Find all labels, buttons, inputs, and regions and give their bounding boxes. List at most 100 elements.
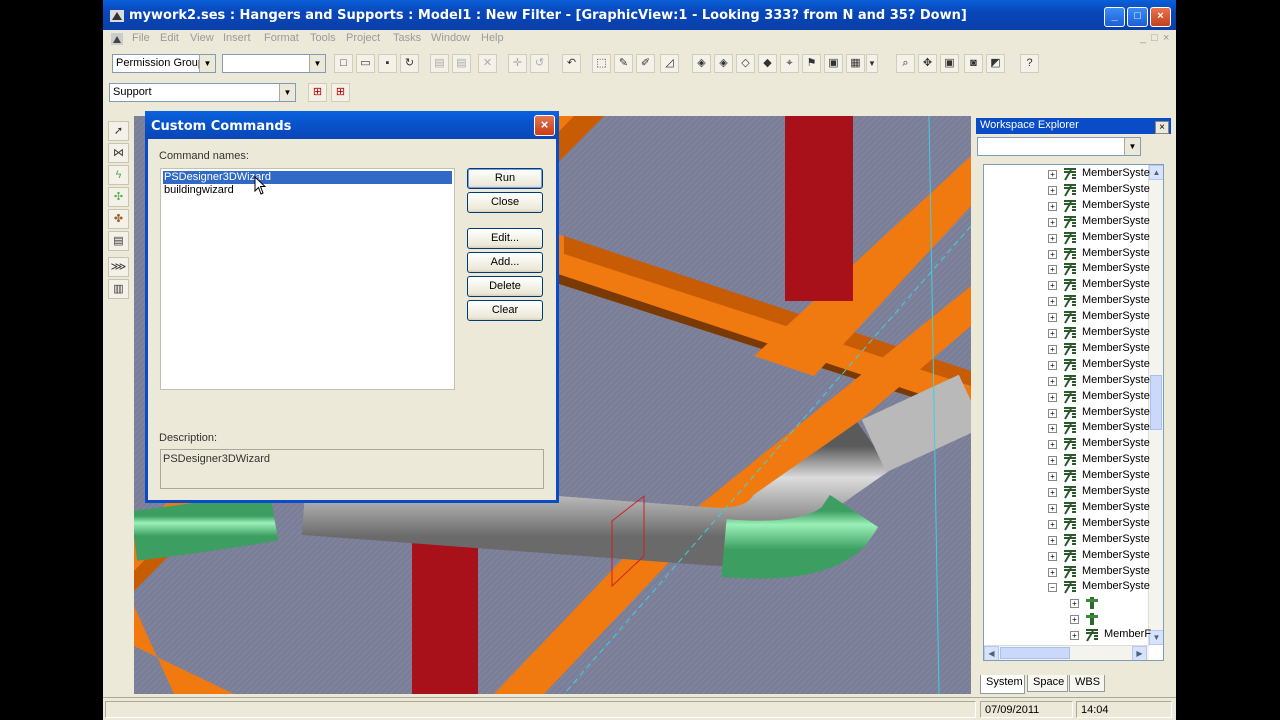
place-support-icon[interactable]: ⋈ [108,143,129,163]
expand-icon[interactable]: + [1048,344,1057,354]
paste-icon[interactable]: ▤ [452,54,471,73]
list-item[interactable]: buildingwizard [163,184,452,197]
cube-iso-icon[interactable]: ◈ [714,54,733,73]
tree-item[interactable]: + MemberSyste [984,468,1152,484]
task-combo[interactable]: Support ▼ [109,83,296,102]
secondary-combo[interactable]: ▼ [222,54,326,73]
expand-icon[interactable]: + [1048,488,1057,497]
expand-icon[interactable]: + [1048,424,1057,434]
component-icon[interactable]: ✤ [108,209,129,229]
pan-icon[interactable]: ✥ [918,54,937,73]
zoom-area-icon[interactable]: ▣ [940,54,959,73]
expand-icon[interactable]: + [1048,185,1057,195]
tree-item[interactable]: + MemberSyste [984,484,1152,500]
weld-icon[interactable]: ⋙ [108,257,129,277]
workspace-filter-combo[interactable]: ▼ [977,137,1141,156]
expand-icon[interactable]: + [1048,201,1057,211]
move-icon[interactable]: ✛ [508,54,527,73]
support-tool-icon[interactable]: ⊞ [308,83,327,102]
collapse-icon[interactable]: − [1048,583,1057,593]
list-item[interactable]: PSDesigner3DWizard [163,171,452,184]
route-icon[interactable]: ✣ [108,187,129,207]
menu-edit[interactable]: Edit [160,32,179,44]
menu-insert[interactable]: Insert [223,32,251,44]
maximize-button[interactable]: □ [1127,7,1148,27]
new-icon[interactable]: □ [334,54,353,73]
menu-format[interactable]: Format [264,32,299,44]
expand-icon[interactable]: + [1048,376,1057,386]
expand-icon[interactable]: + [1048,265,1057,275]
workspace-tree[interactable]: ▲ ▼ ◀ ▶ + MemberSyste + MemberSyste + MemberS… [983,164,1164,661]
tab-wbs[interactable]: WBS [1069,675,1105,692]
copy-icon[interactable]: ▤ [430,54,449,73]
tree-child-item[interactable]: + [984,611,1152,627]
tree-item[interactable]: + MemberSyste [984,420,1152,436]
tree-item[interactable]: + MemberSyste [984,436,1152,452]
render-icon[interactable]: ▦ [846,54,865,73]
tree-item[interactable]: + MemberSyste [984,214,1152,230]
grid-icon[interactable]: ▥ [108,279,129,299]
tree-item[interactable]: + MemberSyste [984,516,1152,532]
expand-icon[interactable]: + [1048,360,1057,370]
cube-top-icon[interactable]: ◆ [758,54,777,73]
mdi-close-button[interactable]: × [1163,32,1169,44]
clear-button[interactable]: Clear [467,300,543,321]
tree-item[interactable]: + MemberSyste [984,452,1152,468]
expand-icon[interactable]: + [1048,233,1057,243]
tree-item[interactable]: + MemberSyste [984,166,1152,182]
tab-system[interactable]: System [980,675,1025,694]
expand-icon[interactable]: + [1048,217,1057,227]
help-icon[interactable]: ? [1020,54,1039,73]
expand-icon[interactable]: + [1048,535,1057,545]
mdi-minimize-button[interactable]: _ [1140,32,1146,44]
rotate-icon[interactable]: ↺ [530,54,549,73]
minimize-button[interactable]: _ [1104,7,1125,27]
delete-button[interactable]: Delete [467,276,543,297]
tree-item[interactable]: + MemberSyste [984,277,1152,293]
refresh-icon[interactable]: ↻ [400,54,419,73]
expand-icon[interactable]: + [1048,297,1057,307]
expand-icon[interactable]: + [1048,313,1057,323]
delete-icon[interactable]: ✕ [478,54,497,73]
tree-item[interactable]: + MemberSyste [984,230,1152,246]
menu-window[interactable]: Window [431,32,470,44]
scroll-left-icon[interactable]: ◀ [984,646,999,660]
expand-icon[interactable]: + [1048,456,1057,466]
command-list[interactable]: PSDesigner3DWizard buildingwizard [160,168,455,390]
tree-item[interactable]: + MemberSyste [984,373,1152,389]
expand-icon[interactable]: + [1048,281,1057,291]
edit-tool-icon[interactable]: ✎ [614,54,633,73]
zoom-icon[interactable]: ⌕ [896,54,915,73]
expand-icon[interactable]: + [1048,440,1057,450]
select-icon[interactable]: ⬚ [592,54,611,73]
menu-project[interactable]: Project [346,32,380,44]
edit-button[interactable]: Edit... [467,228,543,249]
tab-space[interactable]: Space [1027,675,1068,692]
tree-child-item[interactable]: + MemberF [984,627,1152,643]
support-place-icon[interactable]: ⊞ [331,83,350,102]
measure-icon[interactable]: ◿ [660,54,679,73]
menu-tools[interactable]: Tools [310,32,336,44]
permission-group-combo[interactable]: Permission Group ▼ [112,54,216,73]
hanger-icon[interactable]: ϟ [108,165,129,185]
dropdown-arrow-icon[interactable]: ▼ [866,54,878,73]
tree-child-item[interactable]: + [984,595,1152,611]
tree-item[interactable]: + MemberSyste [984,532,1152,548]
tree-item[interactable]: + MemberSyste [984,261,1152,277]
tree-item[interactable]: + MemberSyste [984,341,1152,357]
expand-icon[interactable]: + [1048,551,1057,561]
workspace-explorer-close-button[interactable]: × [1155,121,1169,134]
expand-icon[interactable]: + [1048,472,1057,482]
add-button[interactable]: Add... [467,252,543,273]
cube-view-icon[interactable]: ◈ [692,54,711,73]
save-icon[interactable]: ▪ [378,54,397,73]
close-button[interactable]: × [1150,7,1171,27]
expand-icon[interactable]: + [1048,249,1057,259]
expand-icon[interactable]: + [1070,615,1079,625]
cube-side-icon[interactable]: ◇ [736,54,755,73]
hscroll-thumb[interactable] [1000,647,1070,659]
menu-tasks[interactable]: Tasks [393,32,421,44]
drawing-icon[interactable]: ▤ [108,231,129,251]
menu-view[interactable]: View [190,32,214,44]
tree-item[interactable]: + MemberSyste [984,548,1152,564]
